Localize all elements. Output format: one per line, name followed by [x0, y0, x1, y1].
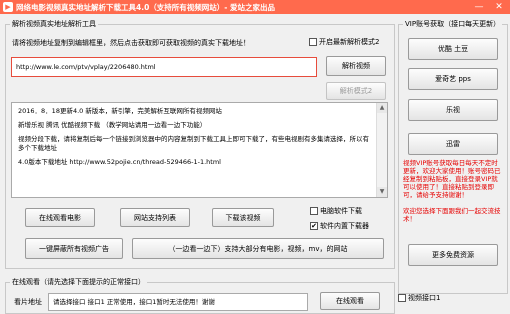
info-textarea[interactable]: 2016．8．18更新4.0 新版本，新引擎，完美解析互联网所有视频网站 新增乐… — [11, 102, 388, 198]
vip-group-title: VIP账号获取（接口每天更新） — [403, 19, 503, 29]
computer-software-download-checkbox[interactable]: 电脑软件下载 — [310, 206, 362, 216]
parser-group-title: 解析视频真实地址解析工具 — [10, 19, 98, 29]
parse-video-button[interactable]: 解析视频 — [326, 56, 386, 76]
checkbox-box[interactable] — [310, 207, 318, 215]
checkbox-box[interactable] — [309, 38, 317, 46]
more-resources-button[interactable]: 更多免费资源 — [408, 244, 498, 266]
builtin-downloader-checkbox[interactable]: ✔ 软件内置下载器 — [310, 221, 369, 231]
window-title: 网络电影视频真实地址解析下载工具4.0（支持所有视频网站）- 爱站之家出品 — [16, 3, 276, 12]
online-group-title: 在线观看（请先选择下面提示的正常接口） — [10, 277, 147, 287]
iqiyi-pps-button[interactable]: 爱奇艺 pps — [408, 68, 498, 90]
info-scrollbar[interactable]: ▲ ▼ — [376, 103, 387, 197]
letv-button[interactable]: 乐视 — [408, 99, 498, 121]
hint-label: 看片地址 — [14, 298, 42, 306]
block-ads-button[interactable]: 一键屏蔽所有视频广告 — [25, 238, 123, 259]
video-interface-label: 视频接口1 — [408, 294, 441, 302]
watch-while-download-button[interactable]: （一边看一边下）支持大部分有电影，视频，mv，的网站 — [132, 238, 384, 259]
info-line-4: 4.0版本下载地址 http://www.52pojie.cn/thread-5… — [18, 158, 221, 166]
download-video-button[interactable]: 下载该视频 — [212, 208, 274, 227]
scroll-up-icon[interactable]: ▲ — [377, 103, 387, 113]
info-line-2: 新增乐视 腾讯 优酷视频下载 （教学网站请用一边看一边下功能） — [18, 121, 207, 129]
vip-thanks: 欢迎您选择下面跟我们一起交流技术！ — [403, 207, 501, 223]
scroll-down-icon[interactable]: ▼ — [377, 187, 387, 197]
parse-mode2-button[interactable]: 解析模式2 — [326, 82, 386, 100]
info-line-3: 视频分段下载，请将复制后每一个链接到浏览器中的内容复制到下载工具上即可下载了，有… — [18, 135, 369, 152]
builtin-downloader-label: 软件内置下载器 — [320, 222, 369, 230]
title-bar: ▶ 网络电影视频真实地址解析下载工具4.0（支持所有视频网站）- 爱站之家出品 … — [0, 0, 510, 14]
app-icon: ▶ — [3, 2, 13, 12]
youku-tudou-button[interactable]: 优酷 土豆 — [408, 38, 498, 60]
xunlei-button[interactable]: 迅雷 — [408, 133, 498, 155]
watch-online-movie-button[interactable]: 在线观看电影 — [25, 208, 95, 227]
close-button[interactable]: ✕ — [490, 0, 508, 14]
supported-sites-button[interactable]: 网站支持列表 — [120, 208, 190, 227]
enable-mode2-checkbox[interactable]: 开启最新解析模式2 — [309, 37, 379, 47]
vip-notice: 视频VIP账号获取每日每天不定时更新，欢迎大家使用！账号密码已经复制到粘贴板，直… — [403, 159, 501, 199]
video-url-input[interactable]: http://www.le.com/ptv/vplay/2206480.html — [11, 57, 317, 77]
watch-online-button[interactable]: 在线观看 — [320, 292, 380, 310]
checkbox-box[interactable] — [398, 294, 406, 302]
online-address-field[interactable]: 请选择接口 接口1 正常使用，接口1暂时无法使用！谢谢 — [48, 293, 308, 311]
video-interface-checkbox[interactable]: 视频接口1 — [398, 293, 440, 303]
computer-software-download-label: 电脑软件下载 — [320, 207, 362, 215]
info-line-1: 2016．8．18更新4.0 新版本，新引擎，完美解析互联网所有视频网站 — [18, 107, 222, 115]
enable-mode2-label: 开启最新解析模式2 — [319, 38, 380, 46]
checkbox-box-checked[interactable]: ✔ — [310, 222, 318, 230]
parser-instruction: 请将视频地址复制到编辑框里，然后点击获取即可获取视频的真实下载地址！ — [12, 39, 250, 47]
minimize-button[interactable]: — — [470, 0, 488, 14]
